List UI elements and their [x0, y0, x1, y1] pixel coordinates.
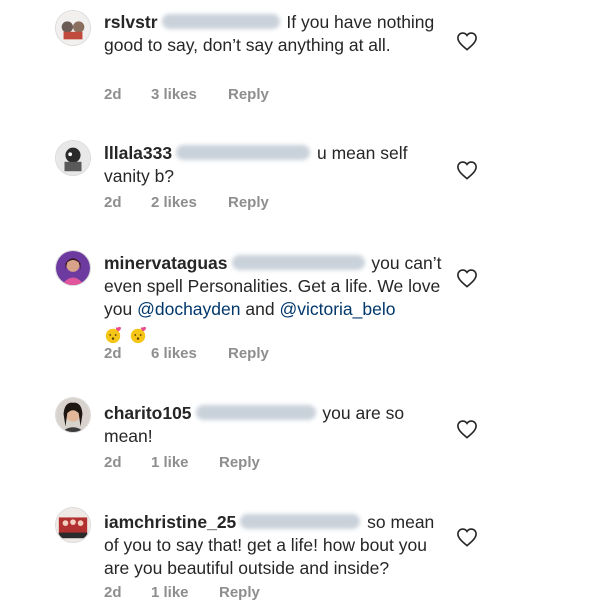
avatar[interactable] — [55, 10, 91, 46]
timestamp: 2d — [104, 454, 122, 471]
timestamp: 2d — [104, 194, 122, 211]
mention-link[interactable]: @dochayden — [137, 299, 240, 319]
username[interactable]: rslvstr — [104, 12, 158, 32]
blurred-mention — [231, 254, 365, 270]
reply-button[interactable]: Reply — [219, 584, 260, 601]
blurred-mention — [176, 144, 311, 160]
avatar[interactable] — [55, 507, 91, 543]
reply-button[interactable]: Reply — [228, 86, 269, 103]
reply-button[interactable]: Reply — [228, 345, 269, 362]
username[interactable]: iamchristine_25 — [104, 512, 236, 532]
kissing-face-with-hearts-icon — [105, 327, 122, 344]
avatar[interactable] — [55, 250, 91, 286]
username[interactable]: lllala333 — [104, 143, 172, 163]
comment-text: minervataguas you can’t even spell Perso… — [104, 252, 449, 346]
heart-icon[interactable] — [456, 419, 478, 439]
avatar[interactable] — [55, 140, 91, 176]
heart-icon[interactable] — [456, 160, 478, 180]
heart-icon[interactable] — [456, 268, 478, 288]
likes-count[interactable]: 1 like — [151, 454, 189, 471]
username[interactable]: minervataguas — [104, 253, 228, 273]
kissing-face-with-hearts-icon — [130, 327, 146, 344]
comment-message-conjunction: and — [245, 299, 275, 319]
blurred-mention — [240, 513, 361, 529]
comment-text: lllala333 u mean self vanity b? — [104, 142, 449, 188]
likes-count[interactable]: 3 likes — [151, 86, 197, 103]
timestamp: 2d — [104, 584, 122, 601]
mention-link[interactable]: @victoria_belo — [279, 299, 395, 319]
comment-text: rslvstr If you have nothing good to say,… — [104, 11, 449, 57]
emoji-row — [104, 323, 449, 346]
blurred-mention — [195, 404, 316, 420]
likes-count[interactable]: 6 likes — [151, 345, 197, 362]
timestamp: 2d — [104, 86, 122, 103]
comment-text: iamchristine_25 so mean of you to say th… — [104, 511, 449, 580]
reply-button[interactable]: Reply — [228, 194, 269, 211]
avatar[interactable] — [55, 397, 91, 433]
likes-count[interactable]: 1 like — [151, 584, 189, 601]
reply-button[interactable]: Reply — [219, 454, 260, 471]
timestamp: 2d — [104, 345, 122, 362]
username[interactable]: charito105 — [104, 403, 192, 423]
blurred-mention — [161, 13, 280, 29]
heart-icon[interactable] — [456, 31, 478, 51]
likes-count[interactable]: 2 likes — [151, 194, 197, 211]
heart-icon[interactable] — [456, 527, 478, 547]
comment-text: charito105 you are so mean! — [104, 402, 449, 448]
